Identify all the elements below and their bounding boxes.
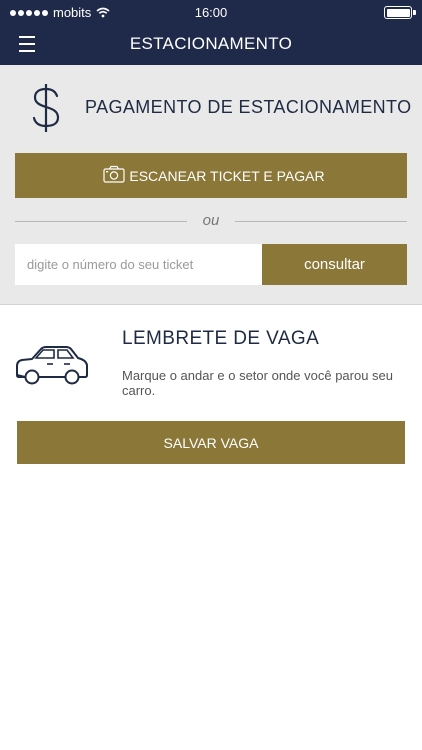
reminder-description: Marque o andar e o setor onde você parou…: [122, 368, 394, 398]
status-bar: mobits 16:00: [0, 0, 422, 24]
scan-ticket-label: ESCANEAR TICKET E PAGAR: [129, 167, 325, 184]
car-icon: [16, 346, 88, 385]
dollar-icon: [32, 84, 60, 132]
navigation-bar: ESTACIONAMENTO: [0, 24, 422, 65]
save-spot-label: SALVAR VAGA: [163, 434, 259, 451]
ticket-number-input[interactable]: [15, 244, 262, 285]
page-title: ESTACIONAMENTO: [129, 34, 293, 53]
status-time: 16:00: [194, 5, 228, 20]
parking-payment-section: PAGAMENTO DE ESTACIONAMENTO ESCANEAR TIC…: [0, 65, 422, 305]
scan-ticket-button[interactable]: ESCANEAR TICKET E PAGAR: [15, 153, 407, 198]
payment-title: PAGAMENTO DE ESTACIONAMENTO: [85, 97, 412, 117]
battery-icon: [384, 6, 416, 19]
or-divider: ou: [15, 212, 407, 230]
camera-icon: [103, 165, 125, 183]
parking-reminder-section: LEMBRETE DE VAGA Marque o andar e o seto…: [0, 306, 422, 476]
consult-label: consultar: [304, 256, 365, 273]
consult-button[interactable]: consultar: [262, 244, 407, 285]
save-spot-button[interactable]: SALVAR VAGA: [17, 421, 405, 464]
reminder-title: LEMBRETE DE VAGA: [122, 328, 320, 349]
